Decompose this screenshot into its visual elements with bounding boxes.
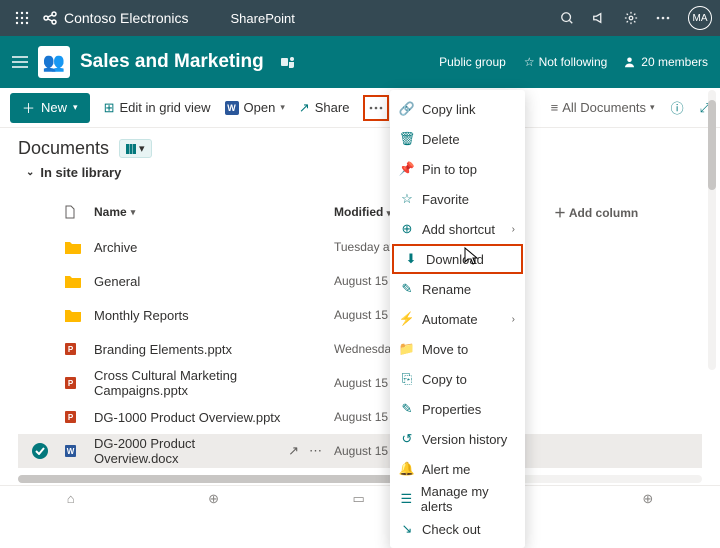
avatar[interactable]: MA (688, 6, 712, 30)
folder-icon (64, 272, 82, 290)
table-row[interactable]: P DG-1000 Product Overview.pptx August 1… (18, 400, 702, 434)
pin-icon: 📌 (400, 161, 414, 177)
vertical-scrollbar[interactable] (708, 90, 716, 370)
bottom-home-icon[interactable]: ⌂ (67, 491, 75, 506)
bottom-news-icon[interactable]: ▭ (353, 491, 365, 507)
menu-version-history[interactable]: ↺Version history (390, 424, 525, 454)
menu-pin-to-top[interactable]: 📌Pin to top (390, 154, 525, 184)
copy-icon: ⎘ (400, 371, 414, 387)
search-icon[interactable] (560, 11, 574, 25)
horizontal-scrollbar[interactable] (18, 475, 702, 483)
ppt-icon: P (64, 340, 82, 358)
menu-copy-link[interactable]: 🔗Copy link (390, 94, 525, 124)
ppt-icon: P (64, 408, 82, 426)
menu-rename[interactable]: ✎Rename (390, 274, 525, 304)
menu-properties[interactable]: ✎Properties (390, 394, 525, 424)
table-row[interactable]: Monthly Reports August 15 (18, 298, 702, 332)
menu-manage-my-alerts[interactable]: ☰Manage my alerts (390, 484, 525, 514)
view-pill[interactable]: ▾ (119, 139, 152, 158)
teams-icon[interactable] (280, 54, 296, 70)
edit-grid-button[interactable]: ⊞Edit in grid view (104, 100, 211, 116)
menu-automate[interactable]: ⚡Automate› (390, 304, 525, 334)
bottom-add-icon[interactable]: ⊕ (642, 491, 653, 507)
word-icon: W (64, 442, 82, 460)
bottom-globe-icon[interactable]: ⊕ (208, 491, 219, 507)
app-launcher[interactable] (8, 4, 36, 32)
file-name: Cross Cultural Marketing Campaigns.pptx (94, 368, 334, 398)
new-button[interactable]: ＋ New ▾ (10, 93, 90, 123)
link-icon: 🔗 (400, 101, 414, 117)
col-type-icon[interactable] (64, 205, 94, 219)
group-type: Public group (439, 55, 506, 69)
alert-icon: 🔔 (400, 461, 414, 477)
svg-text:P: P (68, 413, 74, 422)
menu-check-out[interactable]: ↘Check out (390, 514, 525, 544)
col-name[interactable]: Name ▾ (94, 205, 334, 219)
table-row[interactable]: W DG-2000 Product Overview.docx↗⋯ August… (18, 434, 702, 468)
history-icon: ↺ (400, 431, 414, 447)
check-icon (32, 443, 48, 459)
folder-icon (64, 306, 82, 324)
app-name: SharePoint (231, 11, 295, 26)
automate-icon: ⚡ (400, 311, 414, 327)
menu-favorite[interactable]: ☆Favorite (390, 184, 525, 214)
table-row[interactable]: Archive Tuesday at 11: (18, 230, 702, 264)
svg-text:P: P (68, 345, 74, 354)
org-logo-icon (42, 10, 58, 26)
context-menu: 🔗Copy link🗑Delete📌Pin to top☆Favorite⊕Ad… (390, 90, 525, 548)
site-logo: 👥 (38, 46, 70, 78)
scope-toggle[interactable]: ⌄In site library (18, 165, 702, 180)
word-icon: W (225, 101, 239, 115)
menu-delete[interactable]: 🗑Delete (390, 124, 525, 154)
file-name: DG-2000 Product Overview.docx (94, 436, 280, 466)
share-button[interactable]: ↗Share (299, 100, 350, 116)
rename-icon: ✎ (400, 281, 414, 297)
download-icon: ⬇ (404, 251, 418, 267)
props-icon: ✎ (400, 401, 414, 417)
checkout-icon: ↘ (400, 521, 414, 537)
shortcut-icon: ⊕ (400, 221, 414, 237)
move-icon: 📁 (400, 341, 414, 357)
megaphone-icon[interactable] (592, 11, 606, 25)
file-name: Archive (94, 240, 137, 255)
view-selector[interactable]: ≡ All Documents ▾ (551, 100, 655, 115)
more-row-icon[interactable]: ⋯ (309, 443, 322, 459)
file-name: Monthly Reports (94, 308, 189, 323)
chevron-right-icon: › (512, 314, 515, 325)
alerts-icon: ☰ (400, 491, 413, 507)
open-button[interactable]: WOpen ▾ (225, 100, 285, 115)
menu-add-shortcut[interactable]: ⊕Add shortcut› (390, 214, 525, 244)
menu-alert-me[interactable]: 🔔Alert me (390, 454, 525, 484)
add-column[interactable]: ＋ Add column (554, 204, 638, 221)
table-row[interactable]: P Branding Elements.pptx Wednesday at (18, 332, 702, 366)
chevron-right-icon: › (512, 224, 515, 235)
hamburger-icon[interactable] (12, 55, 28, 69)
menu-copy-to[interactable]: ⎘Copy to (390, 364, 525, 394)
table-row[interactable]: P Cross Cultural Marketing Campaigns.ppt… (18, 366, 702, 400)
trash-icon: 🗑 (400, 131, 414, 147)
folder-icon (64, 238, 82, 256)
library-title: Documents (18, 138, 109, 159)
members-button[interactable]: 20 members (625, 55, 708, 69)
settings-icon[interactable] (624, 11, 638, 25)
svg-text:P: P (68, 379, 74, 388)
share-row-icon[interactable]: ↗ (288, 443, 299, 459)
file-name: DG-1000 Product Overview.pptx (94, 410, 280, 425)
more-actions-button[interactable] (363, 95, 389, 121)
site-title: Sales and Marketing (80, 51, 264, 73)
ppt-icon: P (64, 374, 82, 392)
table-row[interactable]: General August 15 (18, 264, 702, 298)
star-icon: ☆ (400, 191, 414, 207)
file-name: General (94, 274, 140, 289)
more-icon[interactable] (656, 16, 670, 20)
follow-button[interactable]: ☆ Not following (524, 55, 607, 69)
svg-text:W: W (67, 447, 75, 456)
menu-download[interactable]: ⬇Download (392, 244, 523, 274)
org-name: Contoso Electronics (64, 10, 189, 26)
menu-move-to[interactable]: 📁Move to (390, 334, 525, 364)
info-icon[interactable]: ⓘ (671, 98, 684, 117)
file-name: Branding Elements.pptx (94, 342, 232, 357)
